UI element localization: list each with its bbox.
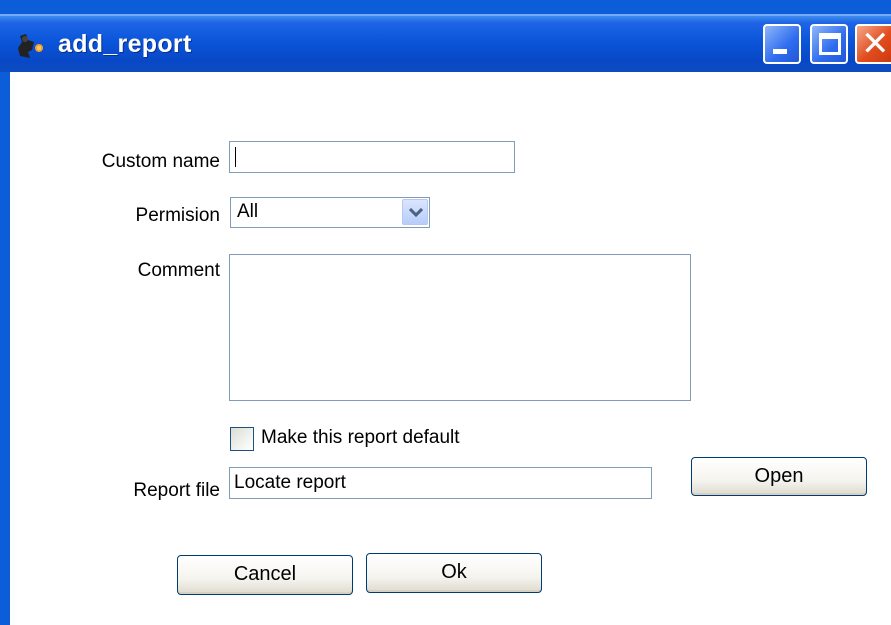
permission-select[interactable]: All (230, 197, 430, 228)
dialog-window: add_report ✕ Custom name Permision All C… (0, 0, 891, 625)
dropdown-button[interactable] (402, 199, 428, 225)
custom-name-label: Custom name (101, 151, 220, 172)
dialog-body: Custom name Permision All Comment Make t… (10, 72, 891, 625)
permission-label: Permision (135, 205, 220, 226)
ok-button-label: Ok (441, 561, 467, 583)
maximize-icon (819, 33, 841, 55)
default-checkbox[interactable] (230, 427, 254, 451)
ok-button[interactable]: Ok (366, 553, 542, 593)
open-button[interactable]: Open (691, 457, 867, 496)
minimize-button[interactable] (763, 24, 801, 64)
comment-label: Comment (137, 260, 220, 281)
chevron-down-icon (409, 208, 423, 218)
maximize-button[interactable] (810, 24, 848, 64)
report-file-label: Report file (133, 480, 220, 501)
window-border (0, 72, 10, 625)
text-caret (235, 147, 236, 167)
window-title: add_report (58, 30, 192, 58)
app-icon (18, 34, 43, 58)
close-button[interactable]: ✕ (855, 24, 891, 64)
close-icon: ✕ (861, 25, 890, 63)
custom-name-input[interactable] (229, 141, 515, 173)
comment-textarea[interactable] (229, 254, 691, 401)
default-checkbox-label[interactable]: Make this report default (261, 427, 460, 449)
minimize-icon (773, 49, 787, 54)
report-file-value: Locate report (234, 472, 346, 493)
open-button-label: Open (754, 465, 804, 487)
cancel-button[interactable]: Cancel (177, 555, 353, 595)
permission-value: All (237, 201, 259, 222)
report-file-input[interactable]: Locate report (229, 467, 652, 499)
title-bar[interactable]: add_report ✕ (0, 14, 891, 72)
cancel-button-label: Cancel (233, 563, 297, 585)
